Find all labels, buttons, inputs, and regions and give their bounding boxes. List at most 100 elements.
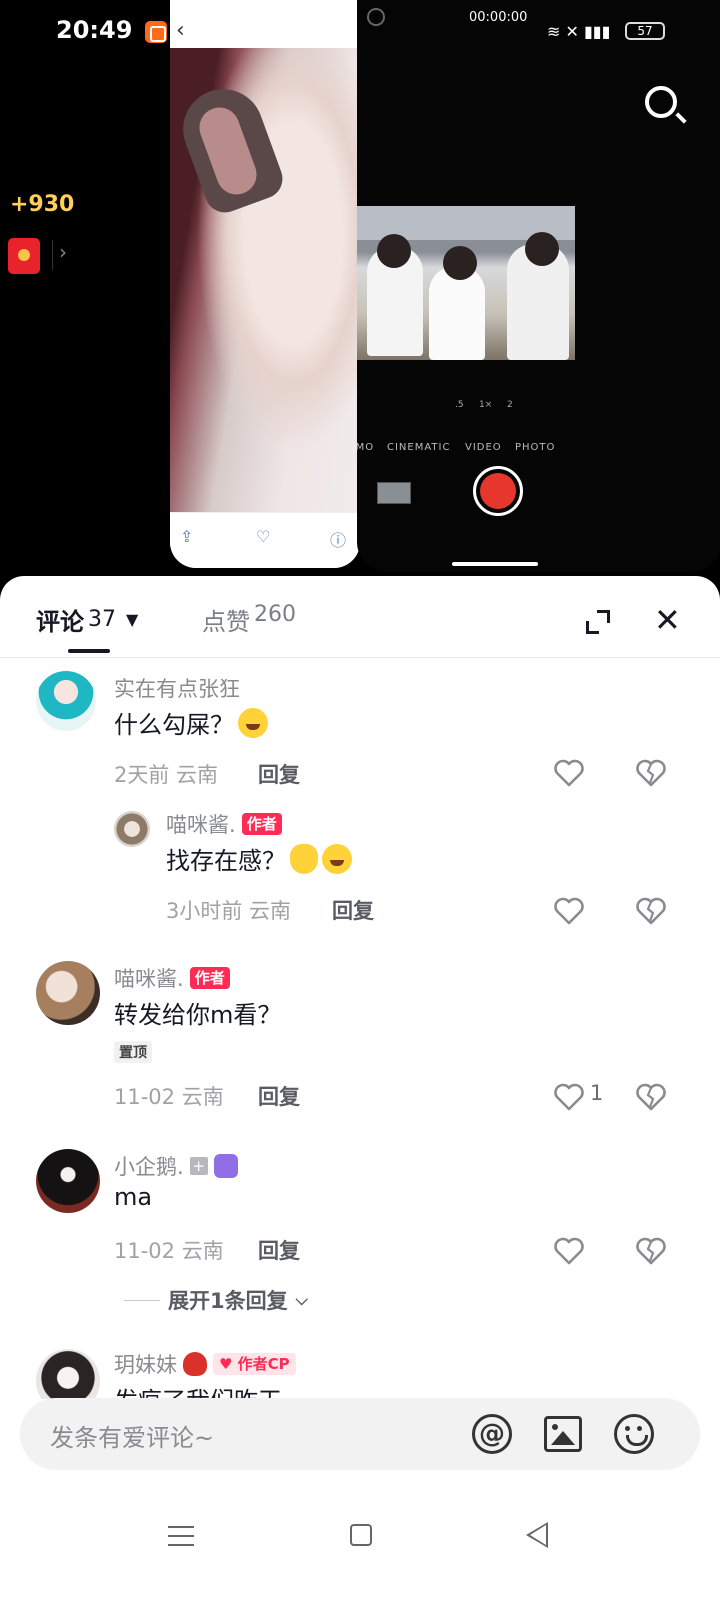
- comment-input-bar[interactable]: 发条有爱评论~ @: [20, 1398, 700, 1470]
- avatar[interactable]: [36, 961, 100, 1025]
- zoom-1x: 1×: [479, 400, 493, 410]
- chevron-down-icon: ⌵: [295, 1290, 308, 1309]
- mode-cinematic: CINEMATIC: [387, 442, 451, 453]
- back-icon[interactable]: [526, 1522, 548, 1548]
- heart-outline-icon[interactable]: [554, 1083, 584, 1111]
- crying-laugh-emoji-icon: [322, 844, 352, 874]
- comments-sheet: 评论 37 ▼ 点赞 260 ✕ 实在有点张狂 什么勾屎？ 2天前 云南 回复 …: [0, 576, 720, 1612]
- system-nav-bar: [0, 1486, 720, 1612]
- video-player[interactable]: 20:49 +930 › ‹ ⇪ ♡ ⓘ 00:00:00 ≋ ✕ ▮▮▮ 57…: [0, 0, 720, 590]
- mode-video: VIDEO: [465, 442, 502, 453]
- reply-button[interactable]: 回复: [258, 1235, 300, 1265]
- zoom-2x: 2: [507, 400, 513, 410]
- tab-likes[interactable]: 点赞 260: [202, 602, 296, 637]
- close-icon[interactable]: ✕: [654, 604, 681, 636]
- dislike-broken-heart-icon[interactable]: [636, 1237, 666, 1265]
- tab-comments-label: 评论: [36, 608, 84, 636]
- video-frame-camera: 00:00:00 ≋ ✕ ▮▮▮ 57 .5 1× 2 -MO CINEMATI…: [357, 0, 720, 572]
- reply-button[interactable]: 回复: [332, 895, 374, 925]
- reply-button[interactable]: 回复: [258, 1081, 300, 1111]
- back-icon: ‹: [176, 18, 185, 43]
- mode-slomo: -MO: [357, 442, 375, 453]
- author-cp-badge-label: 作者CP: [237, 1355, 290, 1373]
- avatar[interactable]: [36, 1149, 100, 1213]
- comment-input[interactable]: 发条有爱评论~: [50, 1418, 214, 1453]
- expand-icon[interactable]: [586, 610, 610, 634]
- tab-indicator: [68, 649, 110, 653]
- image-icon[interactable]: [544, 1416, 582, 1452]
- tab-comments[interactable]: 评论 37 ▼: [36, 602, 138, 637]
- dislike-broken-heart-icon[interactable]: [636, 1083, 666, 1111]
- avatar[interactable]: [36, 1349, 100, 1399]
- reply-text-content: 找存在感？: [166, 847, 286, 875]
- comment-text-content: 什么勾屎？: [114, 711, 234, 739]
- expand-replies-button[interactable]: 展开1条回复 ⌵: [124, 1285, 308, 1315]
- reply-username[interactable]: 喵咪酱. 作者: [166, 809, 282, 839]
- mention-at-icon[interactable]: @: [472, 1414, 512, 1454]
- sheet-header: 评论 37 ▼ 点赞 260 ✕: [0, 576, 720, 658]
- zoom-05: .5: [455, 400, 464, 410]
- comment-text[interactable]: 转发给你m看？: [114, 995, 281, 1030]
- share-icon: ⇪: [180, 527, 194, 546]
- search-icon: [645, 86, 677, 118]
- reply-time-location: 3小时前 云南: [166, 899, 292, 923]
- app-notification-icon: [145, 21, 167, 43]
- heart-outline-icon[interactable]: [554, 897, 584, 925]
- comment-username-text: 小企鹅.: [114, 1155, 184, 1179]
- avatar[interactable]: [36, 671, 96, 731]
- comment-text[interactable]: 发疯了我们昨天: [114, 1381, 282, 1399]
- pinned-badge: 置顶: [114, 1041, 152, 1063]
- record-timer: 00:00:00: [469, 10, 528, 25]
- ok-hand-emoji-icon: [290, 844, 318, 874]
- comment-username-text: 玥妹妹: [114, 1353, 177, 1377]
- info-icon: ⓘ: [330, 531, 347, 550]
- home-indicator: [452, 562, 538, 566]
- reply-username-text: 喵咪酱.: [166, 813, 236, 837]
- comment-time-location: 2天前 云南: [114, 763, 219, 787]
- status-time: 20:49: [56, 16, 133, 44]
- caret-down-icon: ▼: [126, 610, 139, 629]
- level-badge-icon: [213, 1154, 238, 1178]
- chevron-right-icon[interactable]: ›: [52, 240, 72, 270]
- comment-username[interactable]: 玥妹妹 ♥ 作者CP: [114, 1349, 296, 1379]
- comment-text[interactable]: ma: [114, 1183, 152, 1211]
- author-badge: 作者: [189, 967, 230, 989]
- flash-off-icon: [367, 8, 385, 26]
- comment-username[interactable]: 小企鹅. +: [114, 1151, 238, 1181]
- heart-outline-icon[interactable]: [554, 759, 584, 787]
- heart-outline-icon[interactable]: [554, 1237, 584, 1265]
- wifi-icon: ≋ ✕ ▮▮▮: [547, 22, 611, 41]
- battery-icon: 57: [625, 22, 665, 40]
- heart-outline-icon: ♡: [256, 527, 271, 546]
- comment-username[interactable]: 实在有点张狂: [114, 673, 240, 703]
- coin-bonus: +930: [10, 192, 75, 217]
- mode-photo: PHOTO: [515, 442, 556, 453]
- like-count: 1: [590, 1081, 604, 1105]
- video-frame-left: ‹ ⇪ ♡ ⓘ: [170, 0, 360, 568]
- emoji-icon[interactable]: [614, 1414, 654, 1454]
- home-icon[interactable]: [350, 1524, 372, 1546]
- shutter-button: [473, 466, 523, 516]
- plus-badge-icon: +: [189, 1157, 208, 1175]
- comment-text[interactable]: 什么勾屎？: [114, 705, 268, 740]
- gallery-thumbnail: [377, 482, 411, 504]
- reply-text[interactable]: 找存在感？: [166, 841, 352, 876]
- comment-time-location: 11-02 云南: [114, 1239, 224, 1263]
- likes-count: 260: [254, 602, 296, 627]
- red-packet-icon[interactable]: [8, 238, 40, 274]
- comment-username[interactable]: 喵咪酱. 作者: [114, 963, 230, 993]
- camera-viewfinder: [357, 206, 575, 360]
- selfie-image: [170, 48, 360, 512]
- avatar[interactable]: [114, 811, 150, 847]
- author-badge: 作者: [241, 813, 282, 835]
- reply-button[interactable]: 回复: [258, 759, 300, 789]
- dislike-broken-heart-icon[interactable]: [636, 897, 666, 925]
- tab-likes-label: 点赞: [202, 608, 250, 636]
- crying-laugh-emoji-icon: [238, 708, 268, 738]
- menu-icon[interactable]: [168, 1526, 194, 1546]
- dislike-broken-heart-icon[interactable]: [636, 759, 666, 787]
- photo-toolbar: ⇪ ♡ ⓘ: [170, 512, 360, 568]
- author-cp-badge: ♥ 作者CP: [213, 1353, 296, 1375]
- comments-count: 37: [88, 607, 116, 632]
- comment-list[interactable]: 实在有点张狂 什么勾屎？ 2天前 云南 回复 喵咪酱. 作者 找存在感？ 3小时前…: [0, 659, 720, 1399]
